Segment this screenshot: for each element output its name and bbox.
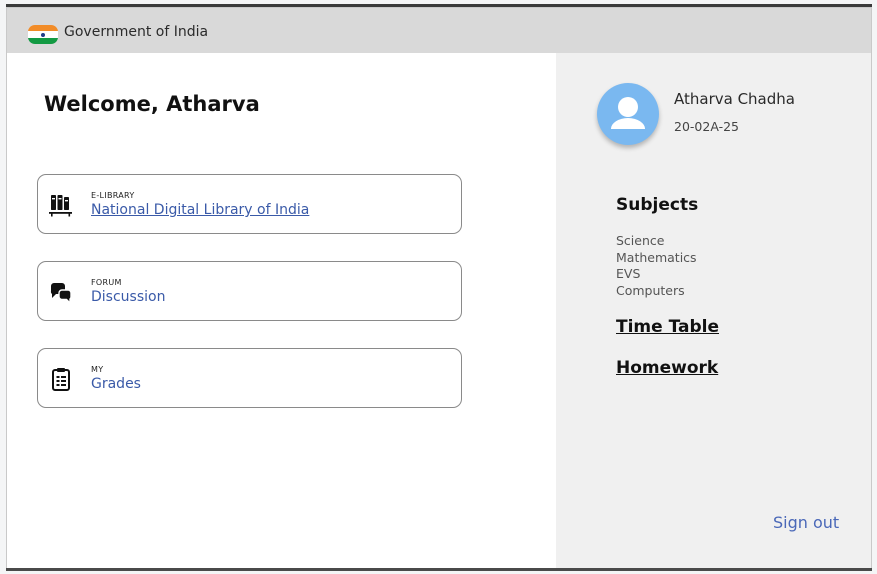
profile-sidebar: Atharva Chadha 20-02A-25 Subjects Scienc… xyxy=(556,53,871,569)
subject-item: Mathematics xyxy=(616,249,697,265)
card-grades[interactable]: MY Grades xyxy=(37,348,462,408)
subject-item: Science xyxy=(616,233,665,248)
app-frame: Government of India Welcome, Atharva E-L… xyxy=(6,7,872,570)
india-flag-icon xyxy=(28,25,58,44)
discussion-link[interactable]: Discussion xyxy=(91,289,165,305)
window-bottom-edge xyxy=(6,568,872,571)
welcome-heading: Welcome, Atharva xyxy=(44,92,260,116)
grades-link[interactable]: Grades xyxy=(91,376,141,392)
user-id: 20-02A-25 xyxy=(674,119,740,134)
clipboard-icon xyxy=(52,368,70,391)
subject-item: EVS xyxy=(616,266,641,281)
user-icon xyxy=(611,97,645,129)
card-tag: FORUM xyxy=(91,278,122,287)
subjects-heading: Subjects xyxy=(616,195,699,215)
subjects-list: Science Mathematics EVS Computers xyxy=(616,233,697,299)
subject-item: Computers xyxy=(616,282,685,298)
government-label: Government of India xyxy=(64,24,209,40)
time-table-link[interactable]: Time Table xyxy=(616,317,719,337)
avatar[interactable] xyxy=(597,83,659,145)
books-icon xyxy=(49,195,72,217)
homework-link[interactable]: Homework xyxy=(616,358,718,378)
card-e-library[interactable]: E-LIBRARY National Digital Library of In… xyxy=(37,174,462,234)
card-tag: MY xyxy=(91,365,104,374)
chat-bubbles-icon xyxy=(50,283,72,305)
card-tag: E-LIBRARY xyxy=(91,191,135,200)
user-name: Atharva Chadha xyxy=(674,90,795,108)
main-panel: Welcome, Atharva E-LIBRARY National Digi… xyxy=(7,53,556,569)
government-bar: Government of India xyxy=(7,8,871,53)
sign-out-link[interactable]: Sign out xyxy=(773,513,839,532)
card-forum[interactable]: FORUM Discussion xyxy=(37,261,462,321)
e-library-link[interactable]: National Digital Library of India xyxy=(91,202,309,218)
